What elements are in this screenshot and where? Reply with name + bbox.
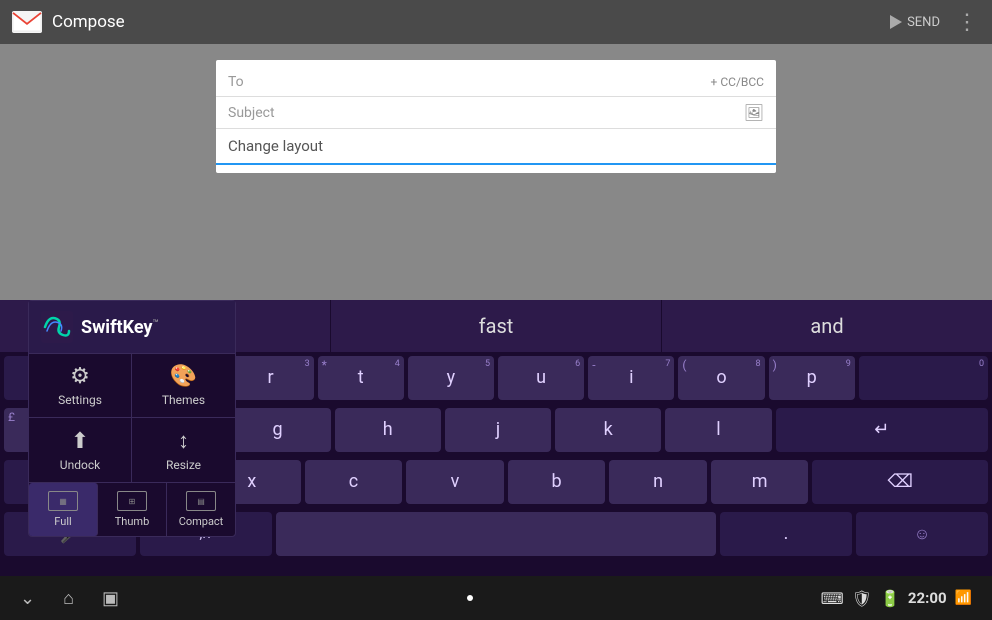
keyboard-section: of fast and 1 ! 2 & e 3 r: [0, 300, 992, 620]
compose-title: Compose: [52, 12, 890, 32]
key-g[interactable]: g: [224, 408, 330, 452]
bottom-bar: ⌄ ⌂ ▣ ⌨ 🛡 🔋 22:00 📶: [0, 576, 992, 620]
key-i[interactable]: 7 - i: [588, 356, 674, 400]
key-j[interactable]: j: [445, 408, 551, 452]
key-v[interactable]: v: [406, 460, 504, 504]
key-r[interactable]: 3 r: [227, 356, 313, 400]
shield-icon: 🛡: [852, 589, 872, 608]
subject-input[interactable]: [286, 105, 736, 121]
layout-compact-icon: ▤: [186, 491, 216, 511]
wifi-icon: 📶: [955, 590, 972, 606]
suggestion-and[interactable]: and: [662, 300, 992, 352]
layout-selector: ▦ Full ⊞ Thumb ▤ Compact: [29, 483, 235, 536]
themes-label: Themes: [162, 393, 205, 407]
swiftkey-logo-text: SwiftKey: [81, 317, 152, 338]
swiftkey-logo-icon: [41, 311, 73, 343]
key-l[interactable]: l: [665, 408, 771, 452]
attach-icon[interactable]: 🖼: [744, 103, 764, 122]
nav-back-icon[interactable]: ⌄: [20, 588, 35, 609]
key-period[interactable]: .: [720, 512, 852, 556]
themes-button[interactable]: 🎨 Themes: [132, 354, 235, 418]
layout-full-icon: ▦: [48, 491, 78, 511]
cc-bcc-button[interactable]: + CC/BCC: [711, 75, 764, 89]
bottom-status: ⌨ 🛡 🔋 22:00 📶: [821, 589, 972, 608]
key-n[interactable]: n: [609, 460, 707, 504]
subject-field: Subject 🖼: [216, 97, 776, 129]
key-0[interactable]: 0: [859, 356, 988, 400]
key-u[interactable]: 6 u: [498, 356, 584, 400]
time-display: 22:00: [908, 589, 947, 607]
settings-label: Settings: [58, 393, 102, 407]
key-b[interactable]: b: [508, 460, 606, 504]
body-field[interactable]: Change layout: [216, 129, 776, 165]
to-label: To: [228, 74, 278, 90]
key-space[interactable]: [276, 512, 716, 556]
layout-full-button[interactable]: ▦ Full: [29, 483, 98, 536]
to-field: To + CC/BCC: [216, 68, 776, 97]
key-k[interactable]: k: [555, 408, 661, 452]
more-options-button[interactable]: ⋮: [956, 10, 980, 35]
email-card: To + CC/BCC Subject 🖼 Change layout: [216, 60, 776, 173]
key-y[interactable]: 5 y: [408, 356, 494, 400]
key-enter[interactable]: ↵: [776, 408, 988, 452]
send-label: SEND: [907, 15, 940, 30]
nav-home-icon[interactable]: ⌂: [63, 588, 74, 609]
resize-button[interactable]: ↕ Resize: [132, 418, 235, 482]
layout-thumb-icon: ⊞: [117, 491, 147, 511]
suggestion-fast[interactable]: fast: [331, 300, 662, 352]
popup-grid: ⚙ Settings 🎨 Themes ⬆ Undock ↕ Resize: [29, 354, 235, 483]
layout-full-label: Full: [54, 515, 71, 528]
to-input[interactable]: [286, 74, 711, 90]
swiftkey-popup: SwiftKey™ ⚙ Settings 🎨 Themes ⬆ Undock ↕…: [28, 300, 236, 537]
key-h[interactable]: h: [335, 408, 441, 452]
key-o[interactable]: 8 ( o: [678, 356, 764, 400]
undock-button[interactable]: ⬆ Undock: [29, 418, 132, 482]
keyboard-icon: ⌨: [821, 589, 844, 608]
layout-thumb-label: Thumb: [115, 515, 150, 528]
top-bar: Compose SEND ⋮: [0, 0, 992, 44]
nav-recents-icon[interactable]: ▣: [102, 588, 119, 609]
undock-label: Undock: [60, 458, 100, 472]
gmail-icon: [12, 11, 42, 33]
key-emoji[interactable]: ☺: [856, 512, 988, 556]
layout-compact-label: Compact: [179, 515, 224, 528]
key-backspace[interactable]: ⌫: [812, 460, 988, 504]
send-button[interactable]: SEND: [890, 15, 940, 30]
bottom-nav: ⌄ ⌂ ▣: [20, 588, 119, 609]
dot-indicator: [467, 595, 473, 601]
subject-label: Subject: [228, 105, 278, 121]
body-text: Change layout: [228, 137, 323, 155]
battery-icon: 🔋: [880, 589, 900, 608]
compose-area: To + CC/BCC Subject 🖼 Change layout: [0, 44, 992, 300]
key-m[interactable]: m: [711, 460, 809, 504]
swiftkey-tm: ™: [152, 318, 158, 329]
key-t[interactable]: 4 * t: [318, 356, 404, 400]
swiftkey-logo: SwiftKey™: [29, 301, 235, 354]
settings-button[interactable]: ⚙ Settings: [29, 354, 132, 418]
layout-thumb-button[interactable]: ⊞ Thumb: [98, 483, 167, 536]
send-icon: [890, 15, 902, 29]
resize-label: Resize: [166, 458, 201, 472]
layout-compact-button[interactable]: ▤ Compact: [167, 483, 235, 536]
key-c[interactable]: c: [305, 460, 403, 504]
key-p[interactable]: 9 ) p: [769, 356, 855, 400]
